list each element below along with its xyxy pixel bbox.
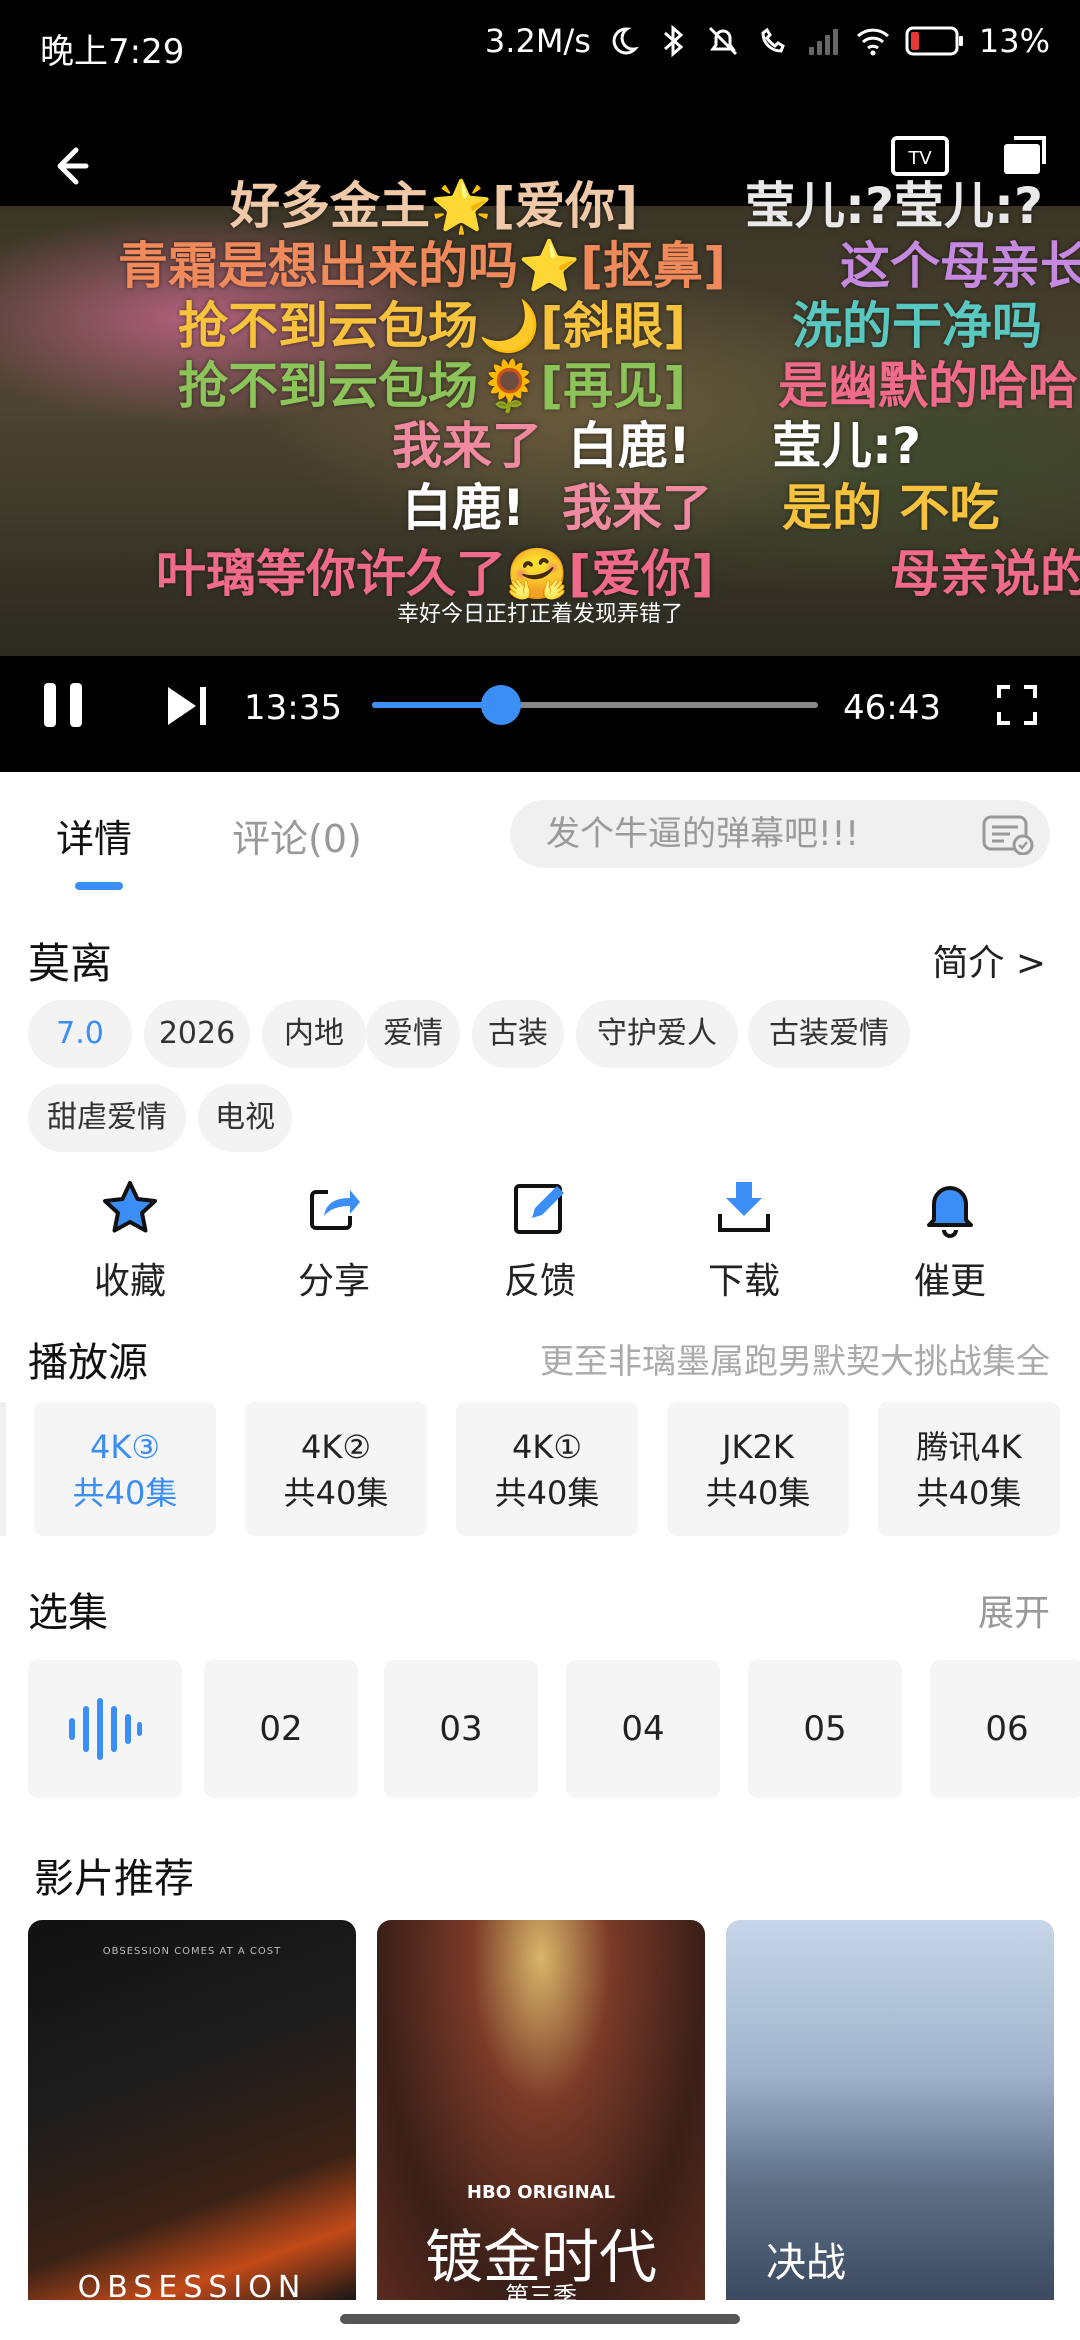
next-episode-icon[interactable] [162,681,212,731]
danmu-settings-icon[interactable] [982,815,1034,855]
danmaku-comment: 我来了 [562,479,712,537]
danmaku-layer: 好多金主🌟[爱你] 莹儿:?莹儿:? 青霜是想出来的吗⭐[抠鼻] 这个母亲长 抢不到云包… [0,96,1080,772]
edit-icon [514,1184,564,1234]
tab-comments[interactable]: 评论(0) [232,808,362,863]
source-item-active[interactable]: 4K③ 共40集 [34,1402,216,1536]
source-item[interactable]: 4K② 共40集 [245,1402,427,1536]
network-speed: 3.2M/s [484,22,591,60]
back-icon[interactable] [40,136,100,196]
source-count: 共40集 [72,1474,178,1512]
progress-bar[interactable] [372,685,818,725]
source-scroll-edge [0,1402,6,1536]
moon-icon [612,27,639,55]
tab-details[interactable]: 详情 [56,808,132,863]
episodes-title: 选集 [28,1590,108,1636]
feedback-button[interactable]: 反馈 [470,1178,610,1304]
source-count: 共40集 [916,1474,1022,1512]
wifi-icon [856,28,889,56]
home-indicator[interactable] [340,2314,740,2324]
bluetooth-icon [663,24,684,58]
source-count: 共40集 [705,1474,811,1512]
recommend-poster[interactable]: HBO ORIGINAL 镀金时代 第三季 [377,1920,705,2300]
episode-item[interactable]: 05 [748,1660,902,1798]
tv-cast-icon[interactable]: TV [890,130,950,180]
source-item[interactable]: 4K① 共40集 [456,1402,638,1536]
recommend-title: 影片推荐 [34,1856,194,1902]
favorite-label: 收藏 [93,1261,166,1302]
remind-update-label: 催更 [913,1261,986,1302]
source-count: 共40集 [283,1474,389,1512]
sources-hint: 更至非璃墨属跑男默契大挑战集全 [540,1342,1050,1382]
tab-active-indicator [75,882,123,890]
tag[interactable]: 2026 [144,1000,250,1068]
danmaku-comment: 是的 不吃 [782,479,1000,537]
star-icon [103,1181,157,1233]
tag[interactable]: 古装爱情 [748,1000,910,1068]
share-button[interactable]: 分享 [264,1178,404,1304]
signal-icon [808,29,838,55]
episode-item[interactable]: 04 [566,1660,720,1798]
episodes-expand[interactable]: 展开 [978,1584,1050,1636]
bell-icon [927,1186,973,1238]
tag[interactable]: 电视 [198,1084,292,1152]
status-icons: 3.2M/s 13% [485,22,1050,60]
episode-item[interactable]: 03 [384,1660,538,1798]
download-label: 下载 [707,1261,780,1302]
share-label: 分享 [297,1261,370,1302]
recommend-poster[interactable]: 决战 [726,1920,1054,2300]
source-item[interactable]: 腾讯4K 共40集 [878,1402,1060,1536]
episode-item[interactable]: 06 [930,1660,1080,1798]
current-time: 13:35 [244,688,342,728]
source-name: 4K③ [89,1428,161,1466]
source-name: 腾讯4K [916,1428,1022,1466]
danmaku-comment: 白鹿! [402,479,525,537]
svg-text:TV: TV [907,148,932,169]
episode-playing[interactable] [28,1660,182,1798]
tag[interactable]: 古装 [472,1000,564,1068]
source-name: 4K① [511,1428,583,1466]
poster-brand: HBO ORIGINAL [466,2182,616,2203]
total-time: 46:43 [843,688,941,728]
bell-muted-icon [708,26,737,56]
source-count: 共40集 [494,1474,600,1512]
poster-title: OBSESSION [77,2270,307,2300]
rating-tag: 7.0分 [28,1000,132,1119]
episode-item[interactable]: 02 [204,1660,358,1798]
fullscreen-icon[interactable] [996,684,1038,726]
recommend-poster[interactable]: OBSESSION COMES AT A COST OBSESSION [28,1920,356,2300]
battery-percent: 13% [978,22,1050,60]
source-name: 4K② [300,1428,372,1466]
tag[interactable]: 内地 [262,1000,366,1068]
download-icon [718,1182,770,1232]
video-player[interactable]: 好多金主🌟[爱你] 莹儿:?莹儿:? 青霜是想出来的吗⭐[抠鼻] 这个母亲长 抢不到云包… [0,96,1080,772]
status-time: 晚上7:29 [40,32,185,72]
tag[interactable]: 爱情 [366,1000,460,1068]
source-item[interactable]: JK2K 共40集 [667,1402,849,1536]
tag[interactable]: 甜虐爱情 [28,1084,186,1152]
now-playing-icon [69,1698,142,1760]
source-name: JK2K [722,1428,794,1466]
pause-icon[interactable] [40,679,86,731]
tag[interactable]: 守护爱人 [576,1000,738,1068]
remind-update-button[interactable]: 催更 [880,1178,1020,1304]
danmu-input[interactable] [510,800,1050,868]
show-title: 莫离 [28,939,113,988]
poster-subtitle: 第三季 [505,2282,577,2300]
pip-icon[interactable] [1000,134,1050,178]
favorite-button[interactable]: 收藏 [60,1178,200,1304]
subtitle: 幸好今日正打正着发现弄错了 [396,602,683,627]
progress-knob[interactable] [481,685,521,725]
sources-title: 播放源 [28,1340,148,1386]
status-bar: 晚上7:29 3.2M/s 13% [0,0,1080,96]
call-forward-icon [761,27,785,53]
poster-title: 决战 [766,2240,846,2286]
share-icon [310,1190,360,1230]
feedback-label: 反馈 [503,1261,576,1302]
download-button[interactable]: 下载 [674,1178,814,1304]
poster-tagline: OBSESSION COMES AT A COST [102,1946,282,1957]
battery-icon [905,26,963,56]
intro-link[interactable]: 简介 > [932,934,1046,986]
